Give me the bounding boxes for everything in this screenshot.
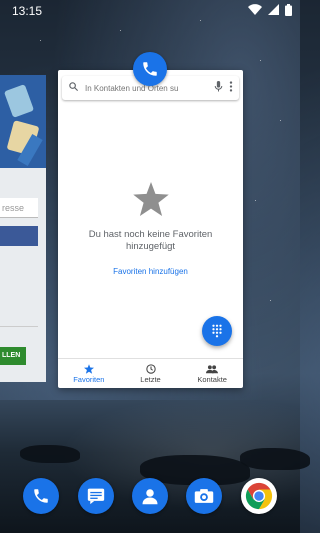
tab-contacts[interactable]: Kontakte (181, 359, 243, 388)
dock-phone[interactable] (23, 478, 60, 514)
wifi-icon (248, 4, 262, 18)
mic-icon[interactable] (214, 79, 223, 97)
clock-icon (145, 363, 156, 374)
dialpad-button[interactable] (202, 316, 232, 346)
star-icon (132, 182, 169, 220)
dock-camera[interactable] (186, 478, 223, 514)
phone-app-icon[interactable] (133, 52, 167, 86)
green-button: LLEN (0, 347, 26, 365)
divider (0, 326, 38, 327)
status-bar: 13:15 (0, 0, 300, 22)
chrome-icon (245, 482, 272, 510)
dock-messages[interactable] (77, 478, 114, 514)
signal-icon (268, 4, 279, 18)
recent-app-card-phone[interactable]: In Kontakten und Orten su Du hast noch k… (58, 70, 243, 388)
more-vert-icon[interactable] (229, 79, 233, 97)
recent-app-card-previous[interactable]: resse LLEN (0, 75, 46, 382)
battery-icon (285, 3, 292, 19)
dialpad-icon (212, 324, 222, 338)
tab-recent-label: Letzte (140, 374, 161, 384)
person-icon (142, 489, 158, 505)
tab-contacts-label: Kontakte (197, 374, 227, 384)
empty-favorites: Du hast noch keine Favoriten hinzugefügt… (58, 182, 243, 279)
empty-message: Du hast noch keine Favoriten hinzugefügt (88, 229, 213, 252)
add-favorites-link[interactable]: Favoriten hinzufügen (113, 267, 188, 276)
phone-icon (34, 489, 48, 503)
dock-contacts[interactable] (131, 478, 168, 514)
search-icon (68, 79, 79, 97)
people-icon (206, 364, 219, 373)
phone-icon (143, 62, 157, 76)
dock (0, 478, 300, 518)
status-time: 13:15 (12, 4, 43, 18)
app-banner-image (0, 75, 46, 168)
dock-chrome[interactable] (240, 478, 277, 514)
bottom-navigation: Favoriten Letzte Kontakte (58, 358, 243, 388)
tab-favorites-label: Favoriten (73, 374, 105, 384)
message-icon (87, 488, 104, 505)
camera-icon (195, 489, 214, 503)
tab-recent[interactable]: Letzte (120, 359, 182, 388)
tab-favorites[interactable]: Favoriten (58, 359, 120, 388)
star-icon (83, 363, 94, 374)
blue-button (0, 226, 38, 246)
address-field: resse (0, 198, 38, 218)
